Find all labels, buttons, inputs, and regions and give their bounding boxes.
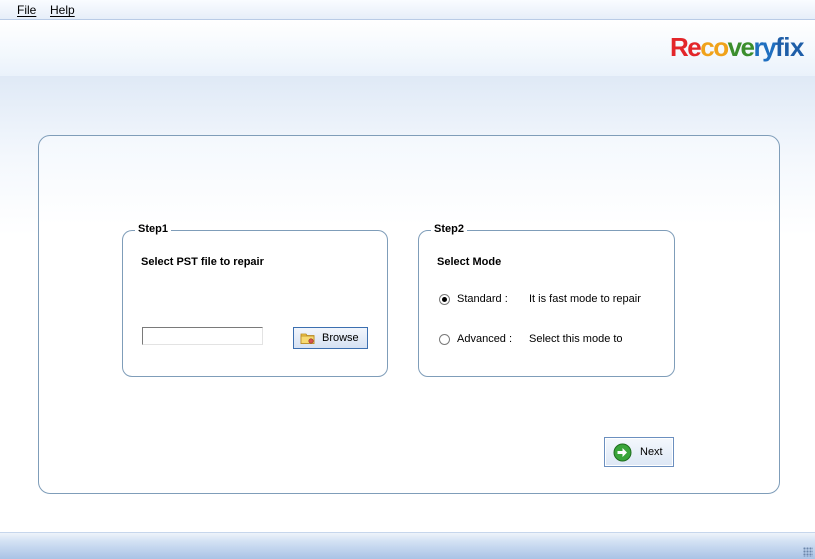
resize-grip-icon[interactable] — [803, 547, 813, 557]
standard-label: Standard : — [457, 293, 508, 305]
standard-radio[interactable] — [439, 293, 450, 305]
mode-option-advanced[interactable]: Advanced : Select this mode to — [439, 333, 623, 345]
main-panel: Step1 Select PST file to repair Browse S… — [38, 135, 780, 494]
pst-path-input[interactable] — [142, 327, 263, 345]
status-bar — [0, 532, 815, 559]
next-label: Next — [640, 446, 663, 458]
next-button[interactable]: Next — [604, 437, 674, 467]
mode-option-standard[interactable]: Standard : It is fast mode to repair — [439, 293, 641, 305]
menu-help[interactable]: Help — [50, 3, 75, 17]
step2-legend: Step2 — [431, 223, 467, 235]
menu-bar: File Help — [0, 0, 815, 20]
step2-title: Select Mode — [437, 256, 502, 268]
advanced-radio[interactable] — [439, 333, 450, 345]
step1-group: Step1 Select PST file to repair Browse — [122, 223, 388, 377]
recoveryfix-logo: Recoveryfix — [670, 32, 804, 62]
step2-group: Step2 Select Mode Standard : It is fast … — [418, 223, 675, 377]
folder-icon — [300, 331, 316, 345]
standard-description: It is fast mode to repair — [529, 293, 641, 305]
step1-legend: Step1 — [135, 223, 171, 235]
menu-file[interactable]: File — [17, 3, 36, 17]
advanced-label: Advanced : — [457, 333, 513, 345]
browse-label: Browse — [322, 332, 359, 344]
advanced-description: Select this mode to — [529, 333, 623, 345]
browse-button[interactable]: Browse — [293, 327, 368, 349]
next-arrow-icon — [613, 443, 632, 462]
step1-title: Select PST file to repair — [141, 256, 264, 268]
